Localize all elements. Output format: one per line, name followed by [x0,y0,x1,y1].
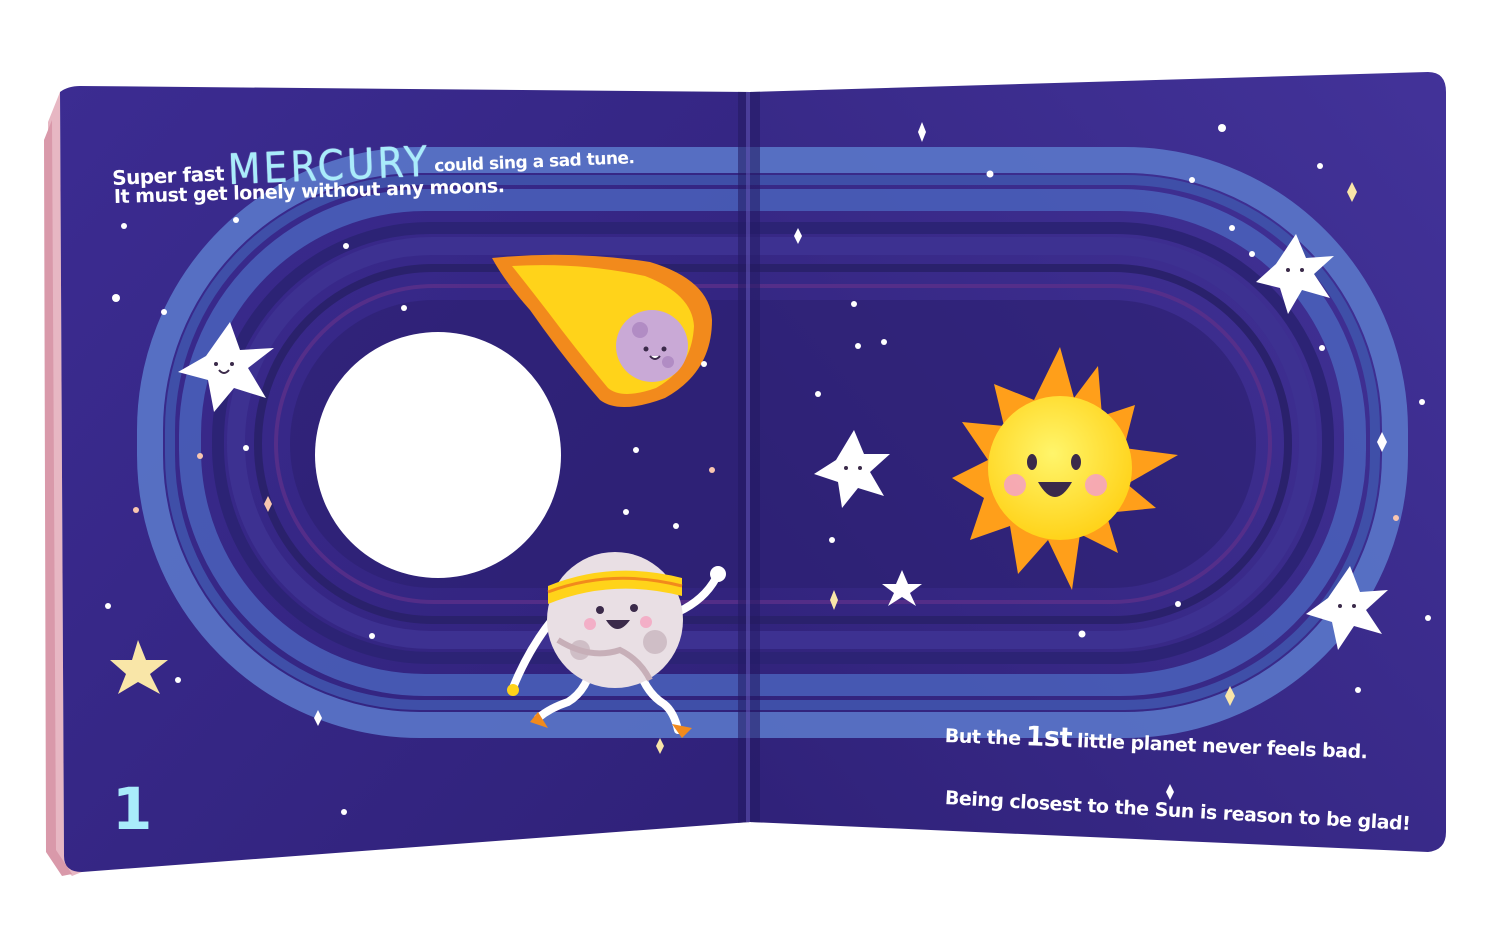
first-intro-text: But the [944,725,1021,750]
die-cut-hole [315,332,561,578]
intro-rest-text: could sing a sad tune. [433,148,635,177]
first-ordinal: 1st [1025,721,1073,754]
page-number: 1 [112,775,153,843]
